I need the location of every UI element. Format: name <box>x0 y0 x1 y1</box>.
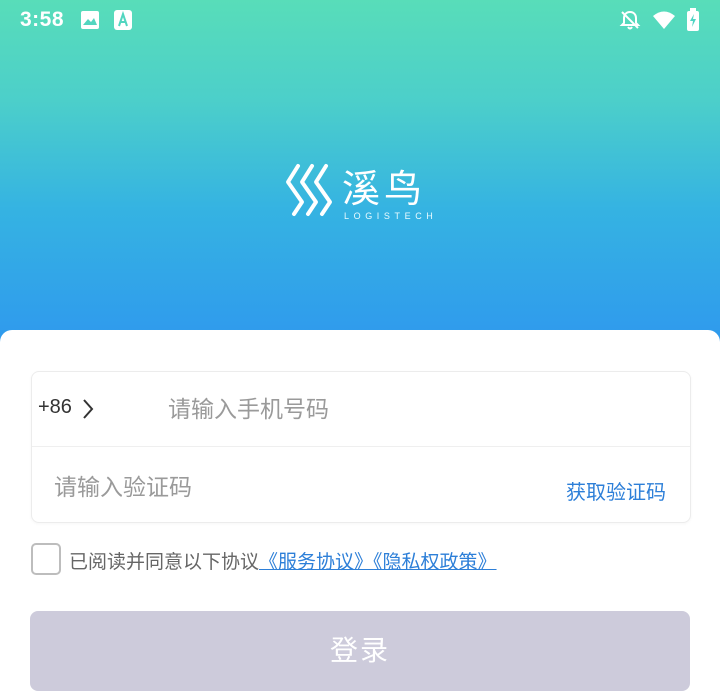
phone-input[interactable] <box>166 390 670 430</box>
privacy-policy-link[interactable]: 《隐私权政策》 <box>373 551 497 573</box>
country-code[interactable]: +86 <box>38 396 72 419</box>
divider <box>32 446 690 447</box>
a-badge-icon <box>114 10 132 34</box>
verification-code-input[interactable] <box>52 468 536 508</box>
status-time: 3:58 <box>20 8 65 31</box>
brand-name-en: LOGISTECH <box>344 211 438 221</box>
bell-off-icon <box>619 9 641 35</box>
get-code-button[interactable]: 获取验证码 <box>566 476 666 505</box>
battery-icon <box>686 8 700 36</box>
login-form: +86 获取验证码 <box>31 371 691 523</box>
agreement-prefix: 已阅读并同意以下协议 <box>69 551 260 573</box>
agreement-text: 已阅读并同意以下协议《服务协议》《隐私权政策》 <box>69 547 497 574</box>
brand-logo: 溪鸟 LOGISTECH <box>284 158 454 230</box>
header-banner: 3:58 溪鸟 LOGISTECH <box>0 0 720 360</box>
wifi-icon <box>652 9 676 35</box>
brand-name-cn: 溪鸟 <box>342 167 427 211</box>
agreement-checkbox[interactable] <box>31 543 61 575</box>
agreement-row: 已阅读并同意以下协议《服务协议》《隐私权政策》 <box>31 543 691 577</box>
login-button[interactable]: 登录 <box>30 611 690 691</box>
status-bar: 3:58 <box>0 0 720 40</box>
chevron-right-icon[interactable] <box>80 398 96 420</box>
image-icon <box>80 10 100 34</box>
chevrons-logo-icon <box>284 162 340 230</box>
service-agreement-link[interactable]: 《服务协议》 <box>259 551 373 573</box>
